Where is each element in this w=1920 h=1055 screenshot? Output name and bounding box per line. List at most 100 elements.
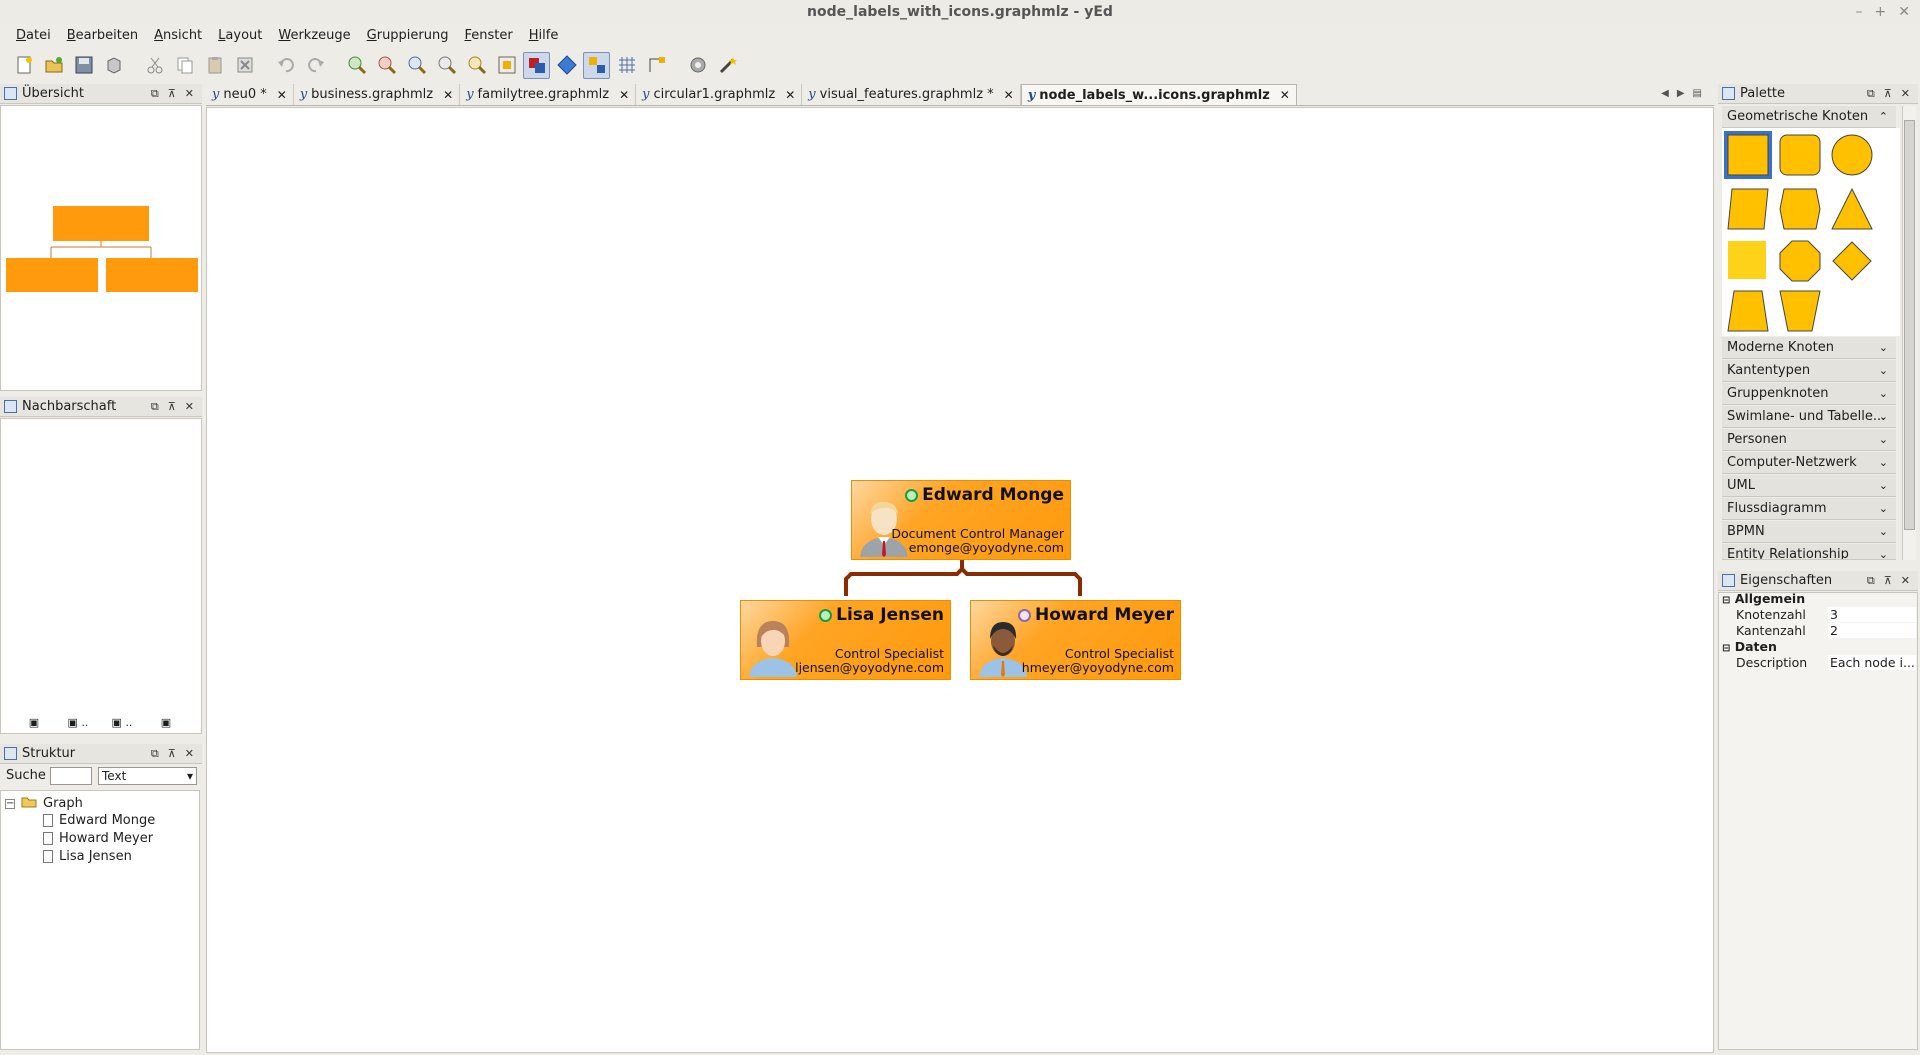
- structure-tree[interactable]: − Graph Edward Monge Howard Meyer Lisa J…: [0, 790, 200, 1050]
- zoom-in-icon[interactable]: [343, 52, 370, 79]
- neighborhood-tab[interactable]: ▣: [14, 716, 54, 734]
- close-icon[interactable]: ✕: [1901, 87, 1910, 101]
- new-file-icon[interactable]: [10, 52, 37, 79]
- palette-section[interactable]: Gruppenknoten ⌄: [1722, 383, 1896, 405]
- menu-datei[interactable]: Datei: [8, 24, 59, 48]
- palette-section[interactable]: Computer-Netzwerk ⌄: [1722, 452, 1896, 474]
- palette-scrollbar[interactable]: [1902, 106, 1916, 560]
- zoom-out-icon[interactable]: [373, 52, 400, 79]
- pin-icon[interactable]: ⊼: [168, 87, 176, 101]
- palette-section[interactable]: Personen ⌄: [1722, 429, 1896, 451]
- palette-section[interactable]: UML ⌄: [1722, 475, 1896, 497]
- menu-ansicht[interactable]: Ansicht: [146, 24, 210, 48]
- close-window-button[interactable]: ✕: [1898, 0, 1910, 24]
- graph-canvas[interactable]: Edward Monge Document Control Manager em…: [206, 107, 1714, 1053]
- tab-neu0[interactable]: y neu0 * ✕: [206, 84, 294, 105]
- undock-icon[interactable]: ⧉: [151, 400, 159, 414]
- pin-icon[interactable]: ⊼: [168, 400, 176, 414]
- orthogonal-edges-icon[interactable]: [643, 52, 670, 79]
- tab-prev-icon[interactable]: ◀: [1661, 88, 1669, 99]
- navigation-mode-icon[interactable]: [553, 52, 580, 79]
- neighborhood-view[interactable]: [0, 418, 202, 734]
- save-icon[interactable]: [70, 52, 97, 79]
- undock-icon[interactable]: ⧉: [1867, 574, 1875, 588]
- tab-next-icon[interactable]: ▶: [1677, 88, 1685, 99]
- close-icon[interactable]: ✕: [185, 87, 194, 101]
- tree-item[interactable]: Edward Monge: [43, 813, 155, 828]
- tab-list-icon[interactable]: ▤: [1693, 88, 1702, 99]
- close-icon[interactable]: ✕: [1004, 88, 1014, 102]
- property-row[interactable]: Knotenzahl 3: [1722, 607, 1916, 623]
- open-file-icon[interactable]: [40, 52, 67, 79]
- menu-werkzeuge[interactable]: Werkzeuge: [270, 24, 358, 48]
- maximize-button[interactable]: +: [1875, 0, 1887, 24]
- palette-section-geometric[interactable]: Geometrische Knoten ⌃: [1722, 106, 1896, 128]
- scrollbar-thumb[interactable]: [1904, 120, 1915, 530]
- grid-icon[interactable]: [613, 52, 640, 79]
- tab-visual-features[interactable]: y visual_features.graphmlz * ✕: [802, 84, 1021, 105]
- palette-section[interactable]: BPMN ⌄: [1722, 521, 1896, 543]
- node-edward-monge[interactable]: Edward Monge Document Control Manager em…: [851, 480, 1071, 560]
- menu-gruppierung[interactable]: Gruppierung: [359, 24, 457, 48]
- menu-fenster[interactable]: Fenster: [457, 24, 521, 48]
- menu-bearbeiten[interactable]: Bearbeiten: [59, 24, 146, 48]
- node-howard-meyer[interactable]: Howard Meyer Control Specialist hmeyer@y…: [970, 600, 1181, 680]
- property-group[interactable]: ⊟ Allgemein: [1722, 591, 1916, 607]
- tab-node-labels[interactable]: y node_labels_w...icons.graphmlz ✕: [1020, 84, 1297, 105]
- pin-icon[interactable]: ⊼: [1884, 87, 1892, 101]
- undo-icon[interactable]: [272, 52, 299, 79]
- collapse-icon[interactable]: ⊟: [1722, 643, 1730, 654]
- structure-search-input[interactable]: [50, 767, 92, 785]
- overview-view[interactable]: [0, 105, 202, 391]
- node-lisa-jensen[interactable]: Lisa Jensen Control Specialist ljensen@y…: [740, 600, 951, 680]
- close-icon[interactable]: ✕: [277, 88, 287, 102]
- collapse-icon[interactable]: −: [5, 798, 15, 809]
- collapse-icon[interactable]: ⊟: [1722, 595, 1730, 606]
- tree-item[interactable]: Lisa Jensen: [43, 849, 132, 864]
- fit-content-icon[interactable]: [493, 52, 520, 79]
- paste-icon[interactable]: [201, 52, 228, 79]
- property-row[interactable]: Kantenzahl 2: [1722, 623, 1916, 639]
- palette-section[interactable]: Flussdiagramm ⌄: [1722, 498, 1896, 520]
- close-icon[interactable]: ✕: [185, 400, 194, 414]
- export-icon[interactable]: [100, 52, 127, 79]
- menu-hilfe[interactable]: Hilfe: [521, 24, 567, 48]
- copy-icon[interactable]: [171, 52, 198, 79]
- delete-icon[interactable]: [231, 52, 258, 79]
- neighborhood-tab[interactable]: ▣ ..: [58, 716, 98, 734]
- tab-business[interactable]: y business.graphmlz ✕: [294, 84, 461, 105]
- tree-item[interactable]: Howard Meyer: [43, 831, 153, 846]
- cut-icon[interactable]: [141, 52, 168, 79]
- undock-icon[interactable]: ⧉: [151, 87, 159, 101]
- undock-icon[interactable]: ⧉: [151, 747, 159, 761]
- palette-section[interactable]: Moderne Knoten ⌄: [1722, 337, 1896, 359]
- palette-section[interactable]: Entity Relationship ⌄: [1722, 544, 1896, 560]
- pin-icon[interactable]: ⊼: [168, 747, 176, 761]
- undock-icon[interactable]: ⧉: [1867, 87, 1875, 101]
- property-row[interactable]: Description Each node i...: [1722, 655, 1916, 671]
- minimize-button[interactable]: –: [1856, 0, 1863, 24]
- neighborhood-tab[interactable]: ▣: [146, 716, 186, 734]
- close-icon[interactable]: ✕: [1280, 88, 1290, 102]
- zoom-original-icon[interactable]: [433, 52, 460, 79]
- zoom-fit-icon[interactable]: [403, 52, 430, 79]
- property-group[interactable]: ⊟ Daten: [1722, 639, 1916, 655]
- zoom-selection-icon[interactable]: [463, 52, 490, 79]
- search-mode-select[interactable]: Text ▾: [98, 767, 197, 785]
- settings-icon[interactable]: [684, 52, 711, 79]
- close-icon[interactable]: ✕: [785, 88, 795, 102]
- edit-mode-icon[interactable]: [523, 51, 550, 79]
- snapping-icon[interactable]: [583, 51, 610, 79]
- palette-section[interactable]: Swimlane- und Tabelle... ⌄: [1722, 406, 1896, 428]
- palette-section[interactable]: Kantentypen ⌄: [1722, 360, 1896, 382]
- close-icon[interactable]: ✕: [185, 747, 194, 761]
- tree-root[interactable]: − Graph: [5, 795, 83, 812]
- pin-icon[interactable]: ⊼: [1884, 574, 1892, 588]
- close-icon[interactable]: ✕: [443, 88, 453, 102]
- neighborhood-tab[interactable]: ▣ ..: [102, 716, 142, 734]
- menu-layout[interactable]: Layout: [210, 24, 270, 48]
- close-icon[interactable]: ✕: [619, 88, 629, 102]
- close-icon[interactable]: ✕: [1901, 574, 1910, 588]
- tab-familytree[interactable]: y familytree.graphmlz ✕: [460, 84, 637, 105]
- redo-icon[interactable]: [302, 52, 329, 79]
